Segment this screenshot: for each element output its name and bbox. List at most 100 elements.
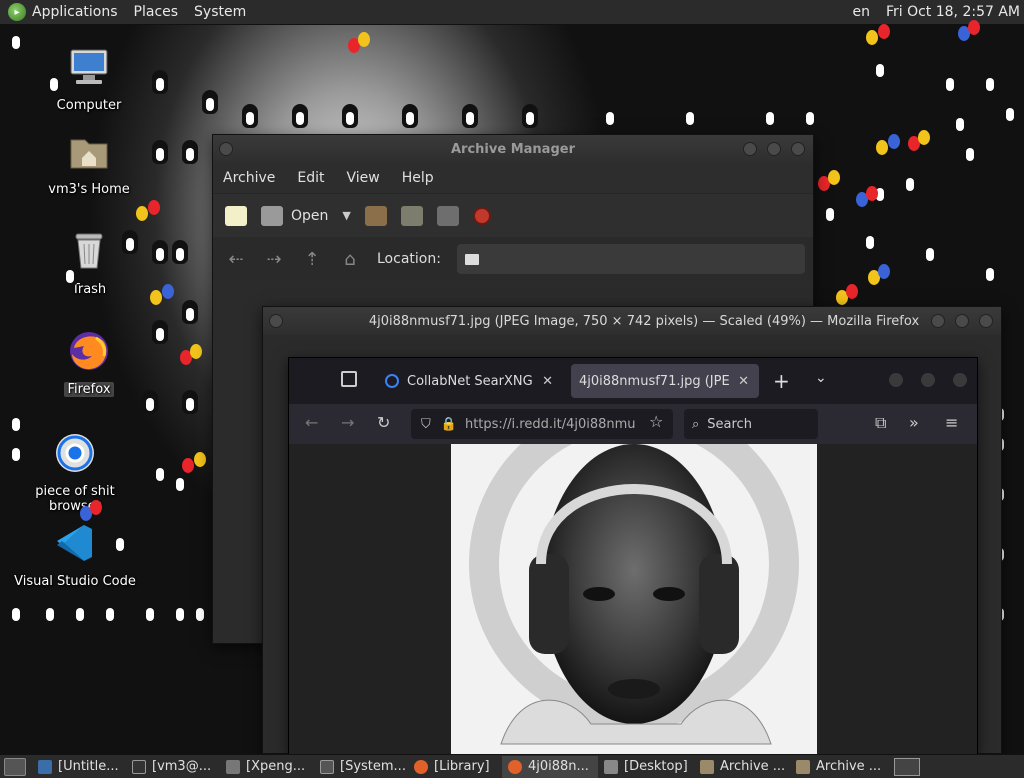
jpeg-image	[451, 444, 817, 754]
clock[interactable]: Fri Oct 18, 2:57 AM	[886, 4, 1020, 20]
back-icon[interactable]: ←	[305, 413, 318, 432]
close-button[interactable]	[791, 142, 805, 156]
task-library[interactable]: [Library]	[408, 756, 502, 778]
task-label: [Xpeng...	[246, 759, 306, 774]
stop-icon[interactable]	[472, 206, 491, 225]
tab-overview-icon[interactable]	[341, 371, 357, 387]
menu-archive[interactable]: Archive	[223, 170, 275, 186]
archive-location-bar: ⇠ ⇢ ⇡ ⌂ Location:	[213, 237, 813, 281]
task-label: 4j0i88n...	[528, 759, 589, 774]
show-desktop-icon[interactable]	[4, 757, 26, 776]
list-all-tabs-icon[interactable]: ⌄	[815, 370, 827, 386]
task-firefox-jpeg[interactable]: 4j0i88n...	[502, 755, 598, 778]
page-viewport[interactable]	[289, 444, 977, 754]
up-icon[interactable]: ⇡	[301, 249, 323, 270]
home-icon[interactable]: ⌂	[339, 249, 361, 270]
home-folder-icon	[70, 139, 108, 169]
task-system[interactable]: [System...	[314, 756, 408, 778]
penguin-sprite	[44, 70, 64, 96]
window-menu-button[interactable]	[219, 142, 233, 156]
add-folder-icon[interactable]	[436, 205, 459, 226]
tab-jpeg-image[interactable]: 4j0i88nmusf71.jpg (JPEG I ✕	[571, 364, 759, 398]
task-xpenguins[interactable]: [Xpeng...	[220, 756, 314, 778]
task-label: Archive ...	[816, 759, 882, 774]
minimize-button[interactable]	[889, 373, 903, 387]
maximize-button[interactable]	[921, 373, 935, 387]
minimize-button[interactable]	[743, 142, 757, 156]
terminal-icon	[320, 759, 334, 774]
balloon-sprite	[162, 284, 174, 299]
search-box[interactable]: ⌕ Search	[684, 409, 818, 439]
balloon-sprite	[878, 264, 890, 279]
tab-close-icon[interactable]: ✕	[542, 374, 553, 389]
open-button[interactable]: Open	[261, 205, 328, 226]
task-label: [Untitle...	[58, 759, 119, 774]
url-bar[interactable]: ⛉ 🔒 https://i.redd.it/4j0i88nmu	[411, 409, 673, 439]
penguin-sprite	[6, 600, 26, 626]
desktop-icon-home[interactable]: vm3's Home	[24, 128, 154, 197]
distro-logo-icon[interactable]: ▸	[8, 3, 26, 21]
computer-icon	[70, 49, 108, 84]
maximize-button[interactable]	[767, 142, 781, 156]
window-title: 4j0i88nmusf71.jpg (JPEG Image, 750 × 742…	[368, 313, 920, 329]
archive-manager-titlebar[interactable]: Archive Manager	[213, 135, 813, 163]
app-icon	[226, 759, 240, 774]
new-tab-icon[interactable]: +	[773, 369, 790, 393]
task-desktop[interactable]: [Desktop]	[598, 756, 694, 778]
menu-view[interactable]: View	[347, 170, 380, 186]
penguin-sprite	[140, 390, 160, 416]
firefox-window: CollabNet SearXNG ✕ 4j0i88nmusf71.jpg (J…	[288, 357, 978, 754]
places-menu[interactable]: Places	[134, 4, 179, 20]
penguin-sprite	[940, 70, 960, 96]
workspace-switcher-icon[interactable]	[894, 757, 920, 776]
penguin-sprite	[100, 600, 120, 626]
back-icon[interactable]: ⇠	[225, 249, 247, 270]
desktop-icon-firefox[interactable]: Firefox	[24, 328, 154, 397]
penguin-sprite	[760, 104, 780, 130]
task-untitled[interactable]: [Untitle...	[32, 756, 126, 778]
archive-icon	[700, 759, 714, 774]
firefox-navbar: ← → ↻ ⛉ 🔒 https://i.redd.it/4j0i88nmu ☆ …	[289, 404, 977, 444]
desktop-icon-chrome[interactable]: piece of shit browser	[10, 430, 140, 514]
window-menu-button[interactable]	[269, 314, 283, 328]
bookmark-star-icon[interactable]: ☆	[649, 412, 663, 431]
balloon-sprite	[148, 200, 160, 215]
close-button[interactable]	[953, 373, 967, 387]
task-terminal[interactable]: [vm3@...	[126, 756, 220, 778]
close-button[interactable]	[979, 314, 993, 328]
keyboard-layout-indicator[interactable]: en	[852, 4, 870, 20]
location-field[interactable]	[456, 244, 805, 274]
forward-icon[interactable]: →	[341, 413, 354, 432]
open-dropdown-icon[interactable]: ▼	[342, 209, 350, 222]
menu-edit[interactable]: Edit	[297, 170, 324, 186]
penguin-sprite	[520, 104, 540, 130]
extract-icon[interactable]	[364, 205, 387, 226]
applications-menu[interactable]: Applications	[32, 4, 118, 20]
task-archive-1[interactable]: Archive ...	[694, 756, 790, 778]
penguin-sprite	[200, 90, 220, 116]
overflow-menu-icon[interactable]: »	[909, 413, 919, 432]
extensions-icon[interactable]: ⧉	[875, 413, 886, 433]
new-archive-icon[interactable]	[225, 205, 247, 226]
lock-icon: 🔒	[440, 416, 457, 432]
location-label: Location:	[377, 251, 441, 267]
text-editor-icon	[38, 759, 52, 774]
penguin-sprite	[900, 170, 920, 196]
system-menu[interactable]: System	[194, 4, 246, 20]
tab-close-icon[interactable]: ✕	[738, 374, 749, 389]
firefox-titlebar[interactable]: 4j0i88nmusf71.jpg (JPEG Image, 750 × 742…	[263, 307, 1001, 335]
maximize-button[interactable]	[955, 314, 969, 328]
tab-collabnet-searxng[interactable]: CollabNet SearXNG ✕	[377, 364, 563, 398]
add-files-icon[interactable]	[400, 205, 423, 226]
reload-icon[interactable]: ↻	[377, 413, 390, 432]
penguin-sprite	[680, 104, 700, 130]
forward-icon[interactable]: ⇢	[263, 249, 285, 270]
menu-help[interactable]: Help	[402, 170, 434, 186]
balloon-sprite	[968, 20, 980, 35]
task-archive-2[interactable]: Archive ...	[790, 756, 886, 778]
balloon-sprite	[828, 170, 840, 185]
app-menu-icon[interactable]: ≡	[945, 413, 958, 432]
minimize-button[interactable]	[931, 314, 945, 328]
balloon-sprite	[194, 452, 206, 467]
penguin-sprite	[6, 440, 26, 466]
